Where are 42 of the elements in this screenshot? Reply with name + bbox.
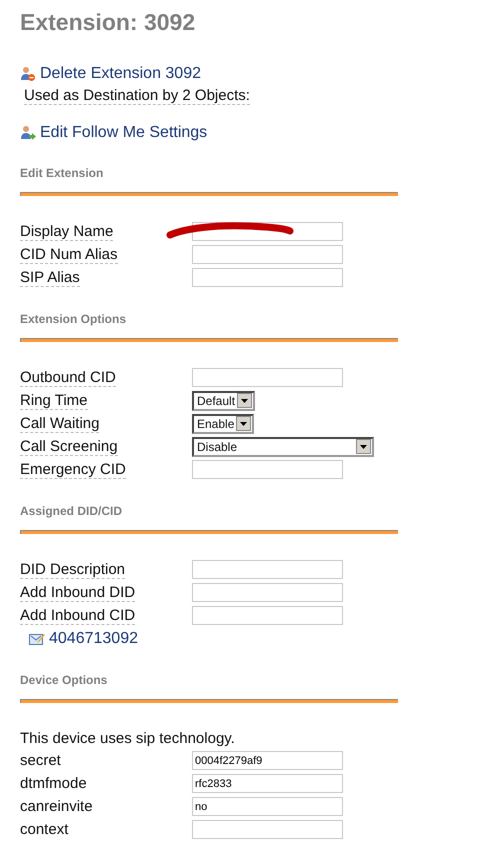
text-field[interactable]: no bbox=[192, 797, 343, 816]
field-label: Add Inbound CID bbox=[20, 607, 136, 625]
field-label: Call Screening bbox=[20, 438, 118, 456]
text-field[interactable] bbox=[192, 268, 343, 287]
edit-note-icon[interactable] bbox=[29, 632, 45, 646]
text-field[interactable] bbox=[192, 368, 343, 387]
text-field[interactable] bbox=[192, 606, 343, 625]
text-field[interactable]: 0004f2279af9 bbox=[192, 751, 343, 770]
field-label: DID Description bbox=[20, 561, 126, 579]
field-label: Call Waiting bbox=[20, 415, 100, 433]
text-field[interactable] bbox=[192, 460, 343, 479]
text-field[interactable]: rfc2833 bbox=[192, 774, 343, 793]
text-field[interactable] bbox=[192, 820, 343, 839]
section-heading: Extension Options bbox=[20, 311, 126, 327]
field-label: Emergency CID bbox=[20, 461, 126, 479]
text-field[interactable] bbox=[192, 560, 343, 579]
field-label: canreinvite bbox=[20, 798, 93, 815]
user-arrow-icon bbox=[20, 125, 36, 141]
user-delete-icon bbox=[20, 66, 36, 82]
delete-extension-link[interactable]: Delete Extension 3092 bbox=[40, 64, 201, 84]
page-title: Extension: 3092 bbox=[20, 8, 196, 37]
did-link[interactable]: 4046713092 bbox=[49, 628, 138, 648]
section-heading: Edit Extension bbox=[20, 165, 104, 181]
text-field[interactable] bbox=[192, 245, 343, 264]
field-label: Outbound CID bbox=[20, 369, 116, 387]
usage-note: Used as Destination by 2 Objects: bbox=[24, 87, 250, 105]
dropdown[interactable]: Default bbox=[192, 390, 256, 410]
section-heading: Device Options bbox=[20, 672, 108, 688]
field-label: Ring Time bbox=[20, 392, 88, 410]
section-heading: Assigned DID/CID bbox=[20, 503, 122, 519]
field-label: CID Num Alias bbox=[20, 246, 118, 264]
dropdown[interactable]: Disable bbox=[192, 436, 374, 456]
device-note: This device uses sip technology. bbox=[20, 729, 235, 749]
field-label: SIP Alias bbox=[20, 269, 80, 287]
field-label: dtmfmode bbox=[20, 775, 87, 792]
field-label: Add Inbound DID bbox=[20, 584, 136, 602]
text-field[interactable] bbox=[192, 583, 343, 602]
field-label: context bbox=[20, 821, 68, 838]
field-label: secret bbox=[20, 752, 61, 769]
field-label: Display Name bbox=[20, 223, 114, 241]
dropdown[interactable]: Enable bbox=[192, 414, 254, 434]
follow-me-link[interactable]: Edit Follow Me Settings bbox=[40, 123, 208, 143]
